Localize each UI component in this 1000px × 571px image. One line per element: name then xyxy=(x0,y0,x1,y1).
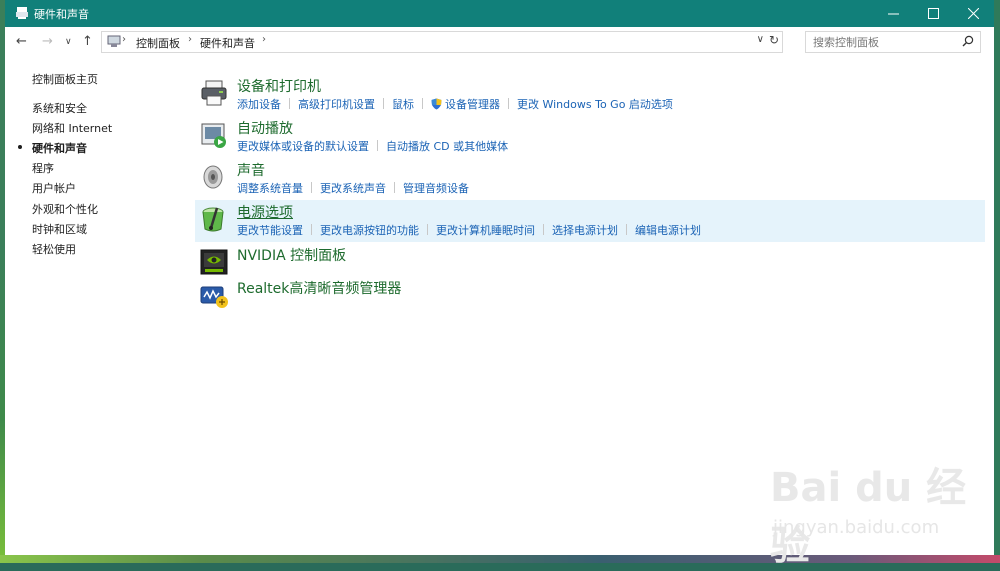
hardware-sound-icon xyxy=(16,7,28,19)
link-add-device[interactable]: 添加设备 xyxy=(237,98,281,111)
nav-clock-region[interactable]: 时钟和区域 xyxy=(32,221,87,237)
nav-control-panel-home[interactable]: 控制面板主页 xyxy=(32,71,98,87)
search-input[interactable] xyxy=(806,32,963,52)
title-bar[interactable]: 硬件和声音 xyxy=(5,0,994,27)
close-icon xyxy=(967,8,979,19)
maximize-button[interactable] xyxy=(913,0,953,27)
link-mouse[interactable]: 鼠标 xyxy=(392,98,414,111)
uac-shield-icon xyxy=(431,98,442,110)
category-links: 调整系统音量 更改系统声音 管理音频设备 xyxy=(237,180,469,196)
breadcrumb-separator-icon: › xyxy=(262,34,266,45)
link-power-button-function[interactable]: 更改电源按钮的功能 xyxy=(320,224,419,237)
nav-appearance[interactable]: 外观和个性化 xyxy=(32,201,98,217)
nav-programs[interactable]: 程序 xyxy=(32,160,54,176)
link-manage-audio-devices[interactable]: 管理音频设备 xyxy=(403,182,469,195)
baidu-watermark: Bai du 经验 xyxy=(770,465,967,569)
breadcrumb-hardware-sound[interactable]: 硬件和声音 xyxy=(200,35,255,51)
link-divider xyxy=(383,98,384,109)
link-change-media-defaults[interactable]: 更改媒体或设备的默认设置 xyxy=(237,140,369,153)
nav-user-accounts[interactable]: 用户帐户 xyxy=(32,180,76,196)
address-dropdown-icon[interactable]: ∨ xyxy=(757,34,764,45)
link-divider xyxy=(508,98,509,109)
category-sound: 声音 调整系统音量 更改系统声音 管理音频设备 xyxy=(195,158,985,200)
link-edit-power-plan[interactable]: 编辑电源计划 xyxy=(635,224,701,237)
realtek-icon xyxy=(200,286,228,308)
active-bullet-icon xyxy=(18,145,22,149)
speaker-icon xyxy=(203,165,223,189)
category-power-options: 电源选项 更改节能设置 更改电源按钮的功能 更改计算机睡眠时间 选择电源计划 编辑电源计… xyxy=(195,200,985,242)
up-arrow-icon[interactable]: ↑ xyxy=(82,34,93,49)
category-links: 添加设备 高级打印机设置 鼠标 设备管理器 更改 Windows To Go 启动选项 xyxy=(237,96,673,112)
category-devices-printers: 设备和打印机 添加设备 高级打印机设置 鼠标 设备管理器 更改 Windows To G… xyxy=(195,74,985,116)
window-title: 硬件和声音 xyxy=(34,8,89,21)
control-panel-window: 硬件和声音 ← → ∨ ↑ › 控制面板 › 硬件和声音 › ∨ ↻ 搜索控制面… xyxy=(5,0,994,569)
category-title[interactable]: 电源选项 xyxy=(237,202,293,222)
forward-arrow-icon[interactable]: → xyxy=(42,34,53,49)
breadcrumb-separator-icon: › xyxy=(188,34,192,45)
power-options-icon xyxy=(202,207,224,232)
category-realtek: Realtek高清晰音频管理器 xyxy=(195,276,985,308)
link-divider xyxy=(427,224,428,235)
breadcrumb-control-panel[interactable]: 控制面板 xyxy=(136,35,180,51)
refresh-icon[interactable]: ↻ xyxy=(769,33,779,47)
link-sleep-time[interactable]: 更改计算机睡眠时间 xyxy=(436,224,535,237)
link-advanced-printer-setup[interactable]: 高级打印机设置 xyxy=(298,98,375,111)
link-power-saving-settings[interactable]: 更改节能设置 xyxy=(237,224,303,237)
link-adjust-volume[interactable]: 调整系统音量 xyxy=(237,182,303,195)
link-autoplay-cd[interactable]: 自动播放 CD 或其他媒体 xyxy=(386,140,508,153)
back-arrow-icon[interactable]: ← xyxy=(16,34,27,49)
close-button[interactable] xyxy=(953,0,993,27)
category-title[interactable]: 设备和打印机 xyxy=(237,76,321,96)
address-bar[interactable]: › 控制面板 › 硬件和声音 › ∨ ↻ xyxy=(101,31,783,53)
nav-hardware-sound[interactable]: 硬件和声音 xyxy=(32,140,87,156)
link-divider xyxy=(311,224,312,235)
link-divider xyxy=(377,140,378,151)
baidu-watermark-url: jingyan.baidu.com xyxy=(773,517,940,538)
maximize-icon xyxy=(927,8,939,19)
control-panel-icon xyxy=(107,35,121,47)
breadcrumb-separator-icon: › xyxy=(122,34,126,45)
link-divider xyxy=(311,182,312,193)
link-divider xyxy=(626,224,627,235)
category-links: 更改媒体或设备的默认设置 自动播放 CD 或其他媒体 xyxy=(237,138,508,154)
category-nvidia: NVIDIA 控制面板 xyxy=(195,243,985,275)
link-change-system-sounds[interactable]: 更改系统声音 xyxy=(320,182,386,195)
link-choose-power-plan[interactable]: 选择电源计划 xyxy=(552,224,618,237)
nav-ease-of-access[interactable]: 轻松使用 xyxy=(32,241,76,257)
search-box[interactable] xyxy=(805,31,981,53)
link-divider xyxy=(543,224,544,235)
category-title[interactable]: NVIDIA 控制面板 xyxy=(237,245,346,265)
printer-icon xyxy=(201,80,227,106)
category-title[interactable]: Realtek高清晰音频管理器 xyxy=(237,278,401,298)
nav-network-internet[interactable]: 网络和 Internet xyxy=(32,120,112,136)
nav-system-security[interactable]: 系统和安全 xyxy=(32,100,87,116)
link-divider xyxy=(289,98,290,109)
link-windows-to-go[interactable]: 更改 Windows To Go 启动选项 xyxy=(517,98,673,111)
link-divider xyxy=(394,182,395,193)
category-title[interactable]: 自动播放 xyxy=(237,118,293,138)
navigation-bar: ← → ∨ ↑ › 控制面板 › 硬件和声音 › ∨ ↻ xyxy=(5,27,994,57)
link-divider xyxy=(422,98,423,109)
minimize-button[interactable] xyxy=(873,0,913,27)
category-links: 更改节能设置 更改电源按钮的功能 更改计算机睡眠时间 选择电源计划 编辑电源计划 xyxy=(237,222,701,238)
category-title[interactable]: 声音 xyxy=(237,160,265,180)
nvidia-icon xyxy=(200,249,228,275)
category-autoplay: 自动播放 更改媒体或设备的默认设置 自动播放 CD 或其他媒体 xyxy=(195,116,985,158)
minimize-icon xyxy=(887,13,899,15)
autoplay-icon xyxy=(201,123,226,148)
search-icon[interactable] xyxy=(962,35,974,47)
recent-locations-chevron-icon[interactable]: ∨ xyxy=(65,37,72,47)
link-device-manager[interactable]: 设备管理器 xyxy=(445,98,500,111)
